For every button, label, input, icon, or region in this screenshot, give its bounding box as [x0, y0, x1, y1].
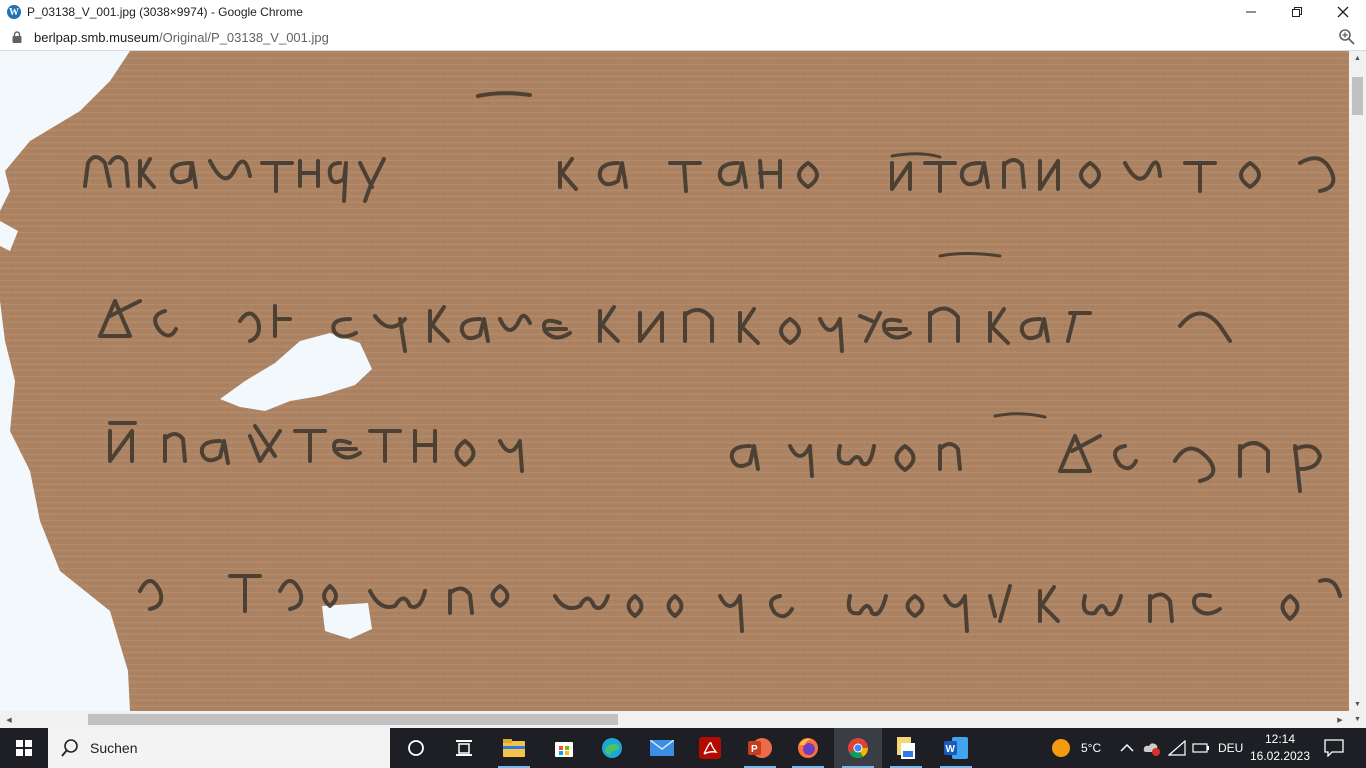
taskbar: Suchen P W 5°C DEU 12:14 16.02.2023 [0, 728, 1366, 768]
svg-text:P: P [751, 744, 758, 755]
horizontal-scrollbar[interactable]: ◀ ▶ [0, 711, 1349, 728]
scroll-down-arrow-icon[interactable]: ▼ [1349, 697, 1366, 711]
close-button[interactable] [1320, 0, 1366, 24]
battery-icon[interactable] [1192, 740, 1210, 756]
word-icon: W [944, 737, 968, 759]
clock-time: 12:14 [1264, 732, 1296, 746]
task-view-button[interactable] [392, 728, 440, 768]
chrome-icon [848, 738, 869, 759]
clock-date: 16.02.2023 [1249, 749, 1311, 763]
powerpoint-icon: P [748, 738, 772, 758]
image-viewport[interactable] [0, 51, 1349, 711]
minimize-button[interactable] [1228, 0, 1274, 24]
language-indicator[interactable]: DEU [1218, 741, 1243, 755]
clock[interactable]: 12:14 16.02.2023 [1248, 731, 1312, 765]
store-button[interactable] [540, 728, 588, 768]
widgets-button[interactable] [440, 728, 488, 768]
taskbar-search[interactable]: Suchen [48, 728, 390, 768]
scroll-up-arrow-icon[interactable]: ▲ [1349, 51, 1366, 65]
vertical-scrollbar[interactable]: ▲ ▼ [1349, 51, 1366, 711]
lock-icon[interactable] [12, 31, 22, 43]
zoom-icon[interactable] [1338, 28, 1356, 46]
task-view-icon [408, 740, 424, 756]
mail-button[interactable] [638, 728, 686, 768]
edge-icon [602, 738, 622, 758]
chevron-up-icon[interactable] [1120, 743, 1134, 753]
notifications-icon[interactable] [1324, 739, 1344, 757]
chrome-button[interactable] [834, 728, 882, 768]
restore-button[interactable] [1274, 0, 1320, 24]
url-text[interactable]: berlpap.smb.museum/Original/P_03138_V_00… [34, 30, 329, 45]
firefox-icon [798, 738, 818, 758]
firefox-button[interactable] [784, 728, 832, 768]
weather-icon[interactable] [1051, 738, 1071, 758]
acrobat-button[interactable] [686, 728, 734, 768]
file-manager-button[interactable] [882, 728, 930, 768]
url-host: berlpap.smb.museum [34, 29, 159, 45]
horizontal-scroll-thumb[interactable] [88, 714, 618, 725]
network-icon[interactable] [1168, 740, 1186, 756]
start-button[interactable] [0, 728, 48, 768]
title-bar: W P_03138_V_001.jpg (3038×9974) - Google… [0, 0, 1366, 24]
search-label: Suchen [90, 740, 138, 756]
address-bar[interactable]: berlpap.smb.museum/Original/P_03138_V_00… [0, 24, 1366, 51]
search-icon [61, 739, 78, 757]
minimize-icon [1246, 11, 1256, 13]
widgets-icon [456, 740, 472, 756]
store-icon [555, 742, 573, 757]
papyrus-image [0, 51, 1349, 711]
url-path: /Original/P_03138_V_001.jpg [159, 29, 329, 45]
restore-icon [1292, 7, 1302, 17]
close-icon [1337, 6, 1349, 18]
file-explorer-button[interactable] [490, 728, 538, 768]
windows-logo-icon [16, 740, 32, 756]
mail-icon [650, 740, 674, 756]
file-manager-icon [897, 737, 915, 759]
weather-temperature[interactable]: 5°C [1081, 741, 1101, 755]
wordpress-favicon-icon: W [7, 5, 21, 19]
svg-text:W: W [946, 744, 956, 755]
cloud-sync-icon[interactable] [1143, 740, 1161, 756]
scroll-corner: ▼ [1349, 711, 1366, 728]
scroll-left-arrow-icon[interactable]: ◀ [2, 711, 16, 728]
acrobat-icon [699, 737, 721, 759]
window-title: P_03138_V_001.jpg (3038×9974) - Google C… [27, 5, 303, 19]
scroll-right-arrow-icon[interactable]: ▶ [1333, 711, 1347, 728]
word-button[interactable]: W [932, 728, 980, 768]
file-explorer-icon [503, 739, 525, 757]
powerpoint-button[interactable]: P [736, 728, 784, 768]
vertical-scroll-thumb[interactable] [1352, 77, 1363, 115]
edge-button[interactable] [588, 728, 636, 768]
